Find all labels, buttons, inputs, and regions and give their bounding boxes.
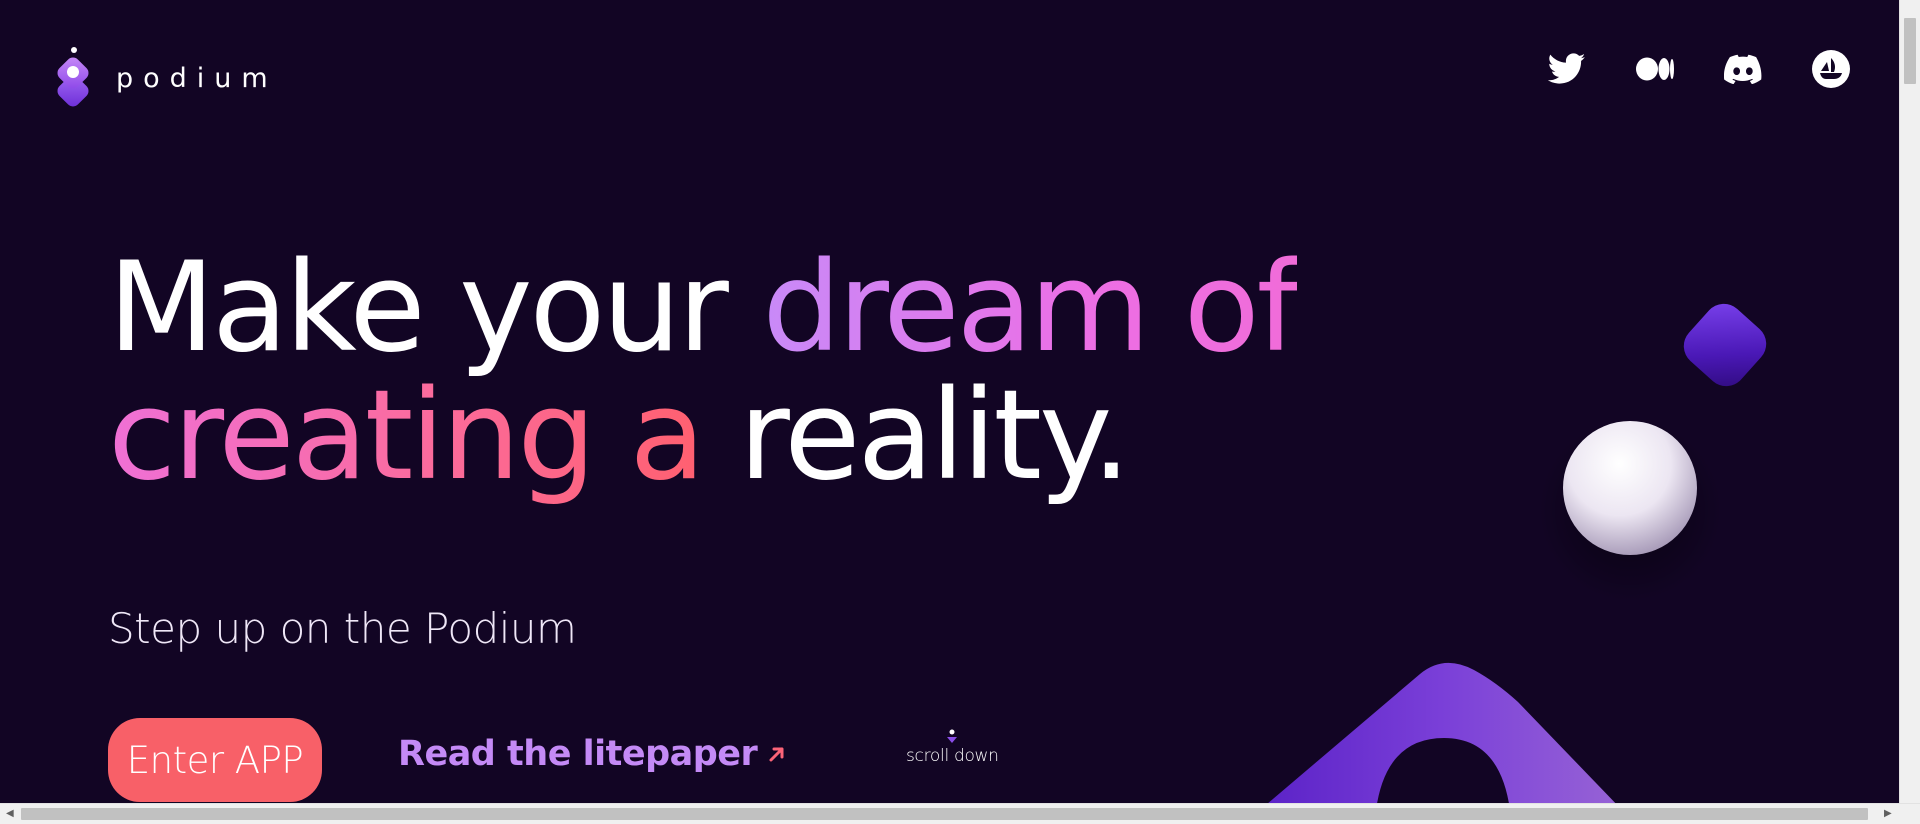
horizontal-scrollbar[interactable]: ◀ ▶: [0, 803, 1920, 824]
discord-link[interactable]: [1724, 50, 1762, 88]
medium-link[interactable]: [1636, 50, 1674, 88]
opensea-icon: [1812, 50, 1850, 88]
twitter-icon: [1548, 53, 1586, 84]
brand-logo-link[interactable]: podium: [52, 46, 278, 110]
hero-subtitle: Step up on the Podium: [108, 604, 577, 653]
headline-part-4: reality.: [702, 364, 1131, 508]
enter-app-button[interactable]: Enter APP: [108, 718, 322, 802]
headline-part-1: Make your: [108, 236, 763, 380]
twitter-link[interactable]: [1548, 50, 1586, 88]
podium-cube-logo-icon: [57, 47, 89, 107]
purple-cube-decoration: [1683, 303, 1767, 387]
landing-page: podium Make your dream of creating a rea…: [0, 0, 1920, 824]
white-sphere-decoration: [1538, 418, 1722, 600]
scroll-right-icon[interactable]: ▶: [1884, 809, 1892, 819]
scroll-down-indicator[interactable]: scroll down: [906, 728, 999, 766]
scroll-down-icon: [947, 729, 958, 743]
hero-headline: Make your dream of creating a reality.: [108, 244, 1300, 500]
headline-part-2: dream of: [762, 236, 1300, 380]
opensea-link[interactable]: [1812, 50, 1850, 88]
discord-icon: [1724, 54, 1762, 84]
read-litepaper-link[interactable]: Read the litepaper: [398, 734, 787, 774]
scroll-down-label: scroll down: [906, 746, 999, 766]
scrollbar-corner: [1900, 804, 1920, 824]
scroll-left-icon[interactable]: ◀: [6, 809, 14, 819]
horizontal-scrollbar-thumb[interactable]: [21, 808, 1868, 820]
litepaper-label: Read the litepaper: [398, 734, 758, 774]
vertical-scrollbar-thumb[interactable]: [1904, 18, 1916, 84]
social-links: [1548, 50, 1850, 88]
medium-icon: [1636, 57, 1674, 81]
headline-part-3: creating a: [108, 364, 705, 508]
arrow-up-right-icon: [769, 747, 784, 762]
brand-name: podium: [116, 62, 278, 94]
vertical-scrollbar[interactable]: [1899, 0, 1920, 804]
purple-ring-decoration: [1260, 662, 1622, 810]
